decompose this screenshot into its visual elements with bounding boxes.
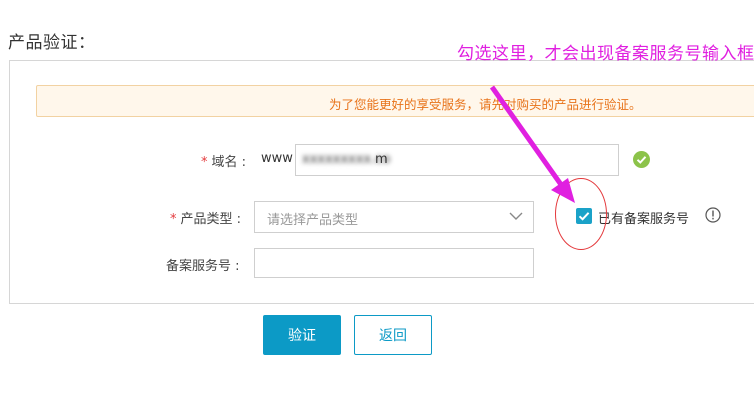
notice-banner: 为了您能更好的享受服务，请先对购买的产品进行验证。 (36, 85, 754, 117)
info-icon[interactable] (705, 207, 721, 223)
required-mark: * (170, 212, 177, 227)
page-title: 产品验证： (8, 33, 96, 53)
beian-number-input[interactable] (254, 248, 534, 278)
highlight-ellipse (555, 178, 607, 250)
beian-checkbox-label[interactable]: 已有备案服务号 (598, 208, 689, 227)
domain-input[interactable]: xxxxxxxxx.co m (295, 144, 619, 176)
check-circle-icon (633, 151, 650, 168)
product-type-placeholder: 请选择产品类型 (267, 213, 359, 228)
annotation-text: 勾选这里，才会出现备案服务号输入框 (457, 44, 754, 64)
chevron-down-icon (509, 212, 523, 220)
domain-value-tail: m (375, 152, 388, 167)
required-mark: * (201, 155, 208, 170)
verify-button[interactable]: 验证 (263, 315, 341, 355)
back-button[interactable]: 返回 (354, 315, 432, 355)
product-type-select[interactable]: 请选择产品类型 (254, 201, 534, 233)
domain-prefix: www (261, 151, 293, 166)
notice-text: 为了您能更好的享受服务，请先对购买的产品进行验证。 (329, 97, 642, 112)
domain-label: * 域名 : (201, 155, 247, 170)
beian-number-label: 备案服务号 : (166, 259, 240, 274)
product-type-label: * 产品类型 : (170, 212, 242, 227)
